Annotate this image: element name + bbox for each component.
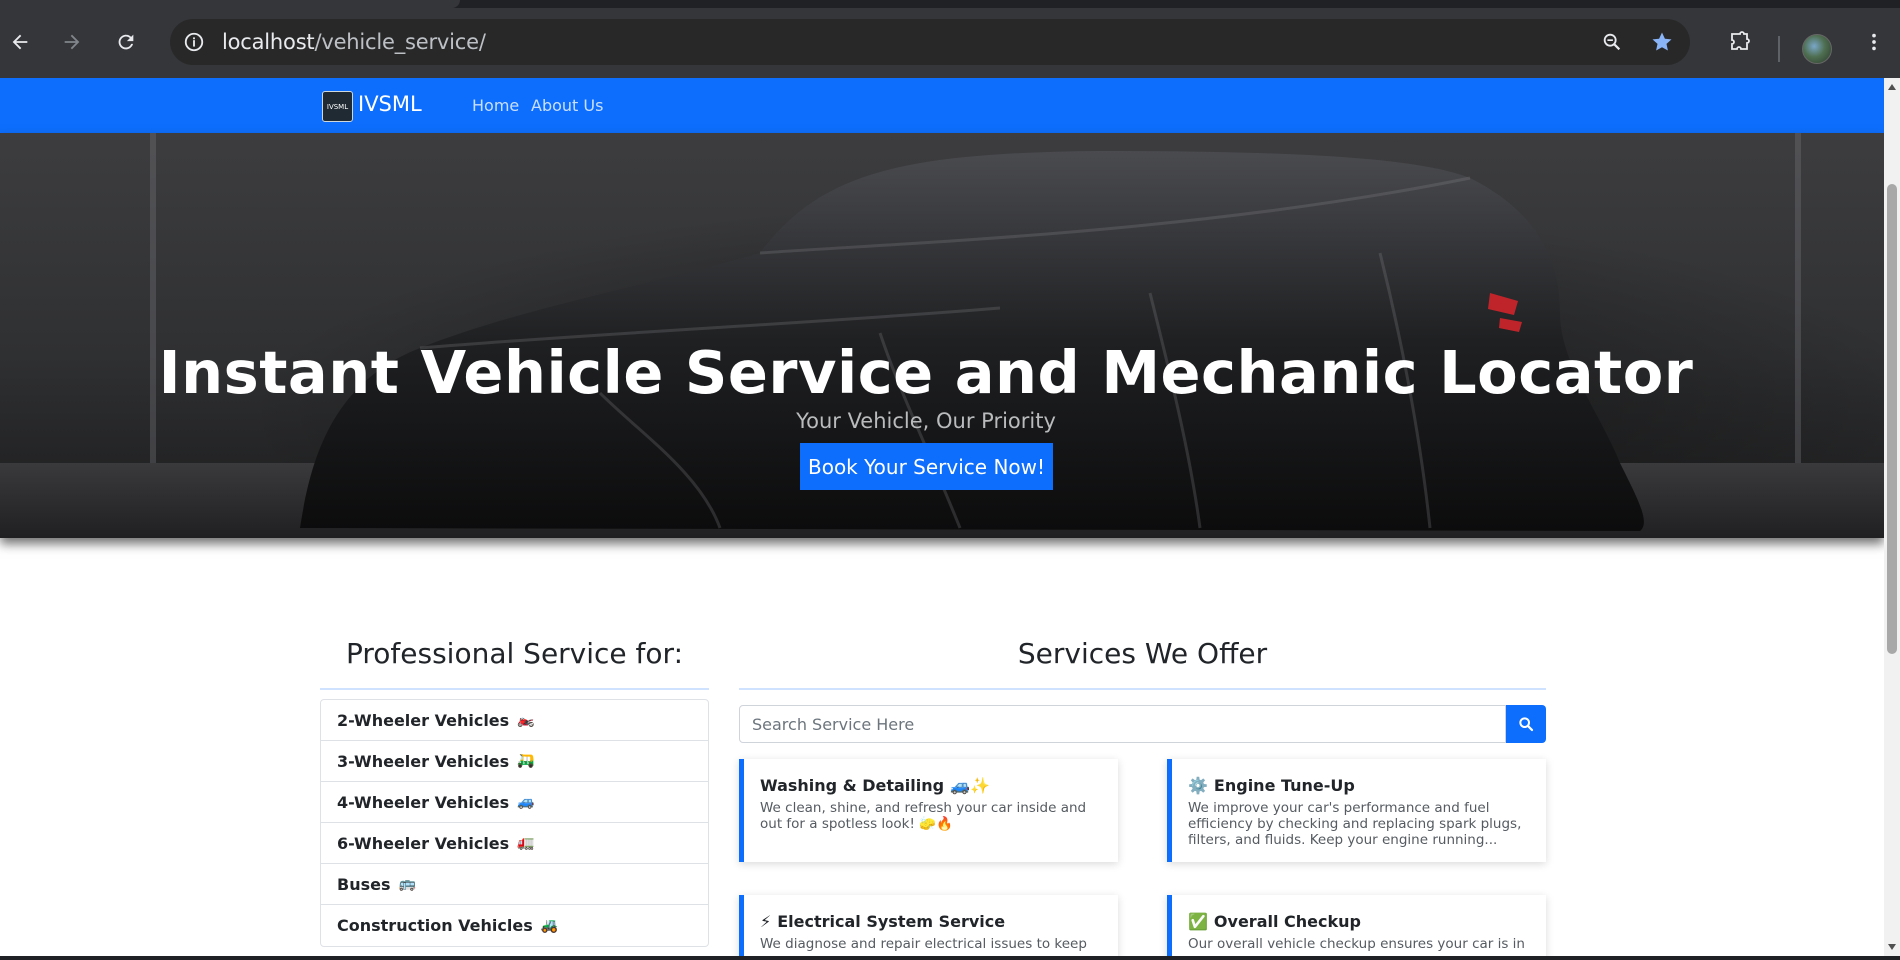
book-service-button[interactable]: Book Your Service Now!: [800, 443, 1053, 490]
service-search-button[interactable]: [1506, 705, 1546, 743]
site-info-icon[interactable]: [182, 30, 206, 54]
auto-rickshaw-icon: 🛺: [517, 753, 535, 769]
brand-logo[interactable]: IVSML: [322, 91, 353, 122]
service-card-title: Washing & Detailing 🚙✨: [760, 776, 1102, 795]
vehicle-item-4-wheeler[interactable]: 4-Wheeler Vehicles 🚙: [321, 782, 708, 823]
vehicles-heading: Professional Service for:: [346, 637, 683, 670]
browser-toolbar: localhost/vehicle_service/: [0, 8, 1900, 78]
services-heading-rule: [739, 688, 1546, 690]
zoom-icon[interactable]: [1598, 28, 1626, 56]
service-card-description: We diagnose and repair electrical issues…: [760, 936, 1087, 952]
vehicle-item-label: 2-Wheeler Vehicles: [337, 710, 510, 730]
vehicles-heading-rule: [320, 688, 709, 690]
vehicle-item-6-wheeler[interactable]: 6-Wheeler Vehicles 🚛: [321, 823, 708, 864]
vehicle-item-3-wheeler[interactable]: 3-Wheeler Vehicles 🛺: [321, 741, 708, 782]
vehicle-item-construction[interactable]: Construction Vehicles 🚜: [321, 905, 708, 946]
puzzle-icon: [1731, 31, 1750, 50]
url-host: localhost: [222, 30, 315, 54]
service-card-washing[interactable]: Washing & Detailing 🚙✨ We clean, shine, a…: [739, 759, 1118, 862]
arrow-left-icon: [12, 34, 28, 50]
vehicle-item-label: 6-Wheeler Vehicles: [337, 833, 510, 853]
gear-icon: ⚙️: [1188, 776, 1208, 795]
toolbar-separator: [1778, 36, 1780, 62]
browser-menu-button[interactable]: [1854, 22, 1894, 62]
service-search-input[interactable]: [739, 705, 1506, 743]
address-bar[interactable]: localhost/vehicle_service/: [170, 19, 1690, 65]
vehicle-category-list: 2-Wheeler Vehicles 🏍️ 3-Wheeler Vehicles 🛺…: [320, 699, 709, 947]
url-text[interactable]: localhost/vehicle_service/: [222, 30, 486, 54]
vehicle-item-2-wheeler[interactable]: 2-Wheeler Vehicles 🏍️: [321, 700, 708, 741]
service-card-title: ⚡ Electrical System Service: [760, 912, 1102, 931]
services-heading: Services We Offer: [1017, 637, 1268, 670]
service-title-text: Electrical System Service: [777, 912, 1006, 931]
nav-link-about-us[interactable]: About Us: [531, 96, 603, 115]
reload-icon: [118, 34, 134, 50]
active-tab-edge: [0, 0, 460, 8]
service-card-title: ✅ Overall Checkup: [1188, 912, 1530, 931]
tractor-icon: 🚜: [540, 917, 559, 934]
hero-subtitle: Your Vehicle, Our Priority: [796, 409, 1056, 433]
window-bottom-edge: [0, 956, 1900, 960]
nav-link-home[interactable]: Home: [472, 96, 519, 115]
extensions-button[interactable]: [1720, 22, 1760, 62]
service-title-text: Overall Checkup: [1213, 912, 1361, 931]
scroll-down-arrow-icon[interactable]: [1888, 944, 1896, 950]
service-card-title: ⚙️ Engine Tune-Up: [1188, 776, 1530, 795]
browser-tabstrip: [0, 0, 1900, 8]
vehicle-item-label: 4-Wheeler Vehicles: [337, 792, 510, 812]
page-scrollbar[interactable]: [1884, 78, 1900, 956]
back-button[interactable]: [0, 22, 40, 62]
vehicle-item-label: Construction Vehicles: [337, 916, 533, 935]
service-card-electrical[interactable]: ⚡ Electrical System Service We diagnose a…: [739, 895, 1118, 956]
vehicle-item-label: 3-Wheeler Vehicles: [337, 751, 510, 771]
service-card-description: We improve your car's performance and fu…: [1188, 800, 1522, 848]
reload-button[interactable]: [106, 22, 146, 62]
search-icon: [1519, 717, 1534, 732]
truck-icon: 🚛: [517, 835, 535, 851]
service-card-engine[interactable]: ⚙️ Engine Tune-Up We improve your car's p…: [1167, 759, 1546, 862]
vehicle-item-buses[interactable]: Buses 🚌: [321, 864, 708, 905]
kebab-menu-icon: [1872, 33, 1876, 51]
service-card-description: Our overall vehicle checkup ensures your…: [1188, 936, 1525, 952]
check-icon: ✅: [1188, 912, 1208, 931]
service-card-checkup[interactable]: ✅ Overall Checkup Our overall vehicle che…: [1167, 895, 1546, 956]
forward-button[interactable]: [52, 22, 92, 62]
bus-icon: 🚌: [398, 876, 416, 892]
car-sparkle-icon: 🚙✨: [950, 776, 990, 795]
site-navbar: IVSML IVSML Home About Us: [0, 78, 1884, 133]
scroll-up-arrow-icon[interactable]: [1888, 84, 1896, 90]
page-viewport: IVSML IVSML Home About Us Instant Vehicl…: [0, 78, 1884, 956]
brand-name[interactable]: IVSML: [358, 92, 422, 116]
service-title-text: Washing & Detailing: [760, 776, 945, 795]
profile-avatar[interactable]: [1802, 34, 1832, 64]
scrollbar-thumb[interactable]: [1887, 184, 1897, 654]
vehicle-item-label: Buses: [337, 874, 391, 894]
service-card-description: We clean, shine, and refresh your car in…: [760, 800, 1087, 832]
hero-title: Instant Vehicle Service and Mechanic Loc…: [158, 338, 1694, 407]
url-path: /vehicle_service/: [314, 30, 486, 54]
bookmark-star-icon[interactable]: [1648, 28, 1676, 56]
motorcycle-icon: 🏍️: [517, 712, 535, 728]
hero-banner: Instant Vehicle Service and Mechanic Loc…: [0, 133, 1884, 538]
lightning-icon: ⚡: [760, 912, 772, 931]
suv-icon: 🚙: [517, 794, 535, 810]
arrow-right-icon: [64, 34, 80, 50]
service-title-text: Engine Tune-Up: [1213, 776, 1355, 795]
